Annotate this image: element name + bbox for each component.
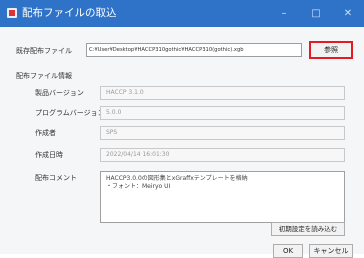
author-field: SPS [100, 126, 345, 140]
ok-button[interactable]: OK [273, 244, 303, 258]
section-title-file-info: 配布ファイル情報 [16, 72, 72, 80]
window-title: 配布ファイルの取込 [22, 7, 117, 19]
created-date-label: 作成日時 [35, 151, 63, 159]
minimize-button[interactable]: – [268, 0, 300, 27]
title-bar: 配布ファイルの取込 – □ ✕ [0, 0, 364, 27]
product-version-field: HACCP 3.1.0 [100, 86, 345, 100]
app-icon [7, 8, 17, 18]
existing-file-label: 既存配布ファイル [16, 47, 72, 55]
file-path-input[interactable]: C:¥User¥Desktop¥HACCP310gothic¥HACCP310(… [86, 43, 302, 57]
program-version-label: プログラムバージョン [35, 109, 105, 117]
cancel-button[interactable]: キャンセル [309, 244, 353, 258]
author-label: 作成者 [35, 129, 56, 137]
maximize-button[interactable]: □ [300, 0, 332, 27]
close-button[interactable]: ✕ [332, 0, 364, 27]
comment-textarea[interactable]: HACCP3.0.0の図形集とxGraffxテンプレートを格納 ・フォント：Me… [100, 171, 345, 223]
browse-button[interactable]: 参照 [309, 41, 353, 59]
comment-line: ・フォント：Meiryo UI [106, 183, 171, 190]
comment-line: HACCP3.0.0の図形集とxGraffxテンプレートを格納 [106, 175, 248, 182]
comment-label: 配布コメント [35, 174, 77, 182]
load-defaults-button[interactable]: 初期設定を読み込む [271, 222, 345, 236]
created-date-field: 2022/04/14 16:01:30 [100, 148, 345, 162]
product-version-label: 製品バージョン [35, 89, 84, 97]
program-version-field: 5.0.0 [100, 106, 345, 120]
import-distribution-dialog: 配布ファイルの取込 – □ ✕ 既存配布ファイル C:¥User¥Desktop… [0, 0, 364, 258]
